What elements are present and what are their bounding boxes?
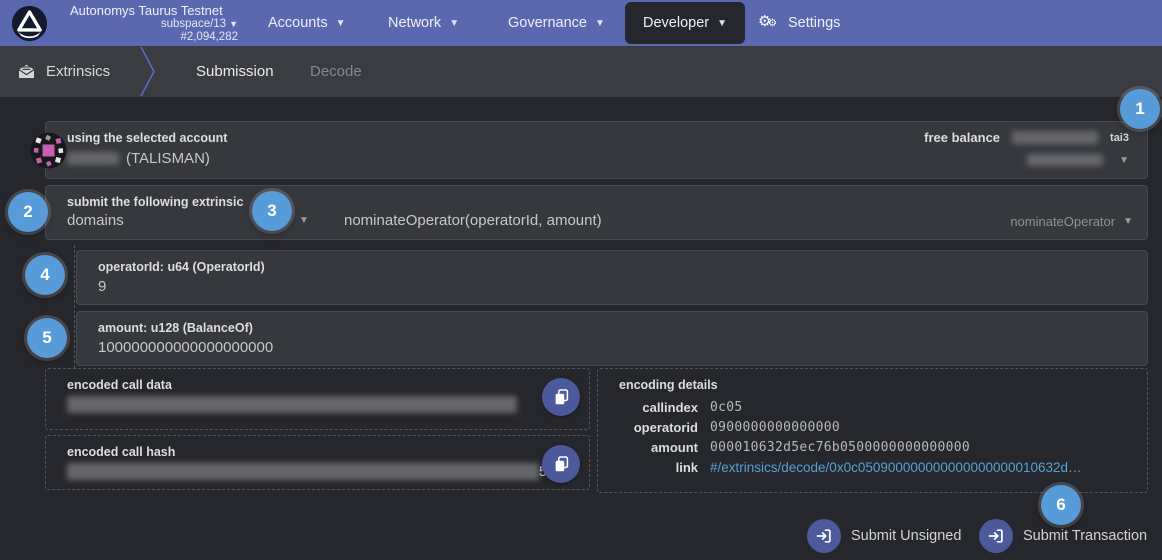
extrinsic-select-panel: submit the following extrinsic domains ▼… (45, 185, 1148, 240)
runtime-selector[interactable]: subspace/13▼ (70, 18, 238, 31)
breadcrumb-chevron-icon (140, 46, 156, 97)
chevron-down-icon: ▼ (717, 18, 727, 29)
encoding-details-box: encoding details callindex 0c05 operator… (597, 368, 1148, 493)
annotation-badge-2: 2 (8, 192, 48, 232)
free-balance-label: free balance (924, 130, 1000, 145)
chain-name: Autonomys Taurus Testnet (70, 3, 238, 18)
block-number: #2,094,282 (70, 31, 238, 44)
param-amount-field[interactable]: amount: u128 (BalanceOf) 100000000000000… (76, 311, 1148, 366)
method-dropdown[interactable]: nominateOperator ▼ (1010, 214, 1133, 229)
param-connector-line (74, 245, 75, 368)
encoded-call-hash-box: encoded call hash 5 (45, 435, 590, 490)
account-identicon[interactable] (30, 132, 67, 169)
redacted-balance-value (1012, 131, 1098, 144)
detail-row-amount: amount 000010632d5ec76b0500000000000000 (598, 437, 1147, 457)
menu-accounts[interactable]: Accounts▼ (268, 0, 346, 46)
param-amount-value[interactable]: 100000000000000000000 (98, 339, 273, 356)
param-operatorid-value[interactable]: 9 (98, 278, 106, 295)
tab-bar: Extrinsics Submission Decode (0, 46, 1162, 97)
chevron-down-icon: ▼ (449, 18, 459, 29)
menu-network[interactable]: Network▼ (388, 0, 459, 46)
param-amount-label: amount: u128 (BalanceOf) (98, 321, 253, 335)
copy-icon (554, 456, 569, 473)
sign-in-icon (979, 519, 1013, 553)
submit-unsigned-button[interactable]: Submit Unsigned (807, 519, 961, 553)
gears-icon: ⚙⚙ (758, 14, 780, 32)
chevron-down-icon: ▼ (1123, 216, 1133, 227)
chevron-down-icon: ▼ (299, 215, 309, 226)
chevron-down-icon: ▼ (336, 18, 346, 29)
chevron-down-icon[interactable]: ▼ (1119, 155, 1129, 166)
redacted-call-hash (67, 463, 539, 480)
chevron-down-icon: ▼ (229, 19, 238, 29)
account-suffix: (TALISMAN) (126, 150, 210, 167)
account-label: using the selected account (67, 131, 227, 145)
param-operatorid-label: operatorId: u64 (OperatorId) (98, 260, 265, 274)
extrinsics-page: Autonomys Taurus Testnet subspace/13▼ #2… (0, 0, 1162, 560)
chevron-down-icon: ▼ (595, 18, 605, 29)
encoding-details-title: encoding details (619, 378, 718, 392)
param-operatorid-field[interactable]: operatorId: u64 (OperatorId) 9 (76, 250, 1148, 305)
copy-call-hash-button[interactable] (542, 445, 580, 483)
selected-account-panel[interactable]: using the selected account (TALISMAN) fr… (45, 121, 1148, 179)
extrinsic-label: submit the following extrinsic (67, 195, 243, 209)
top-navbar: Autonomys Taurus Testnet subspace/13▼ #2… (0, 0, 1162, 46)
menu-settings[interactable]: ⚙⚙ Settings (758, 0, 840, 46)
annotation-badge-6: 6 (1041, 485, 1081, 525)
annotation-badge-3: 3 (252, 191, 292, 231)
encoded-call-data-box: encoded call data (45, 368, 590, 430)
tab-decode[interactable]: Decode (310, 46, 362, 97)
encoded-call-data-label: encoded call data (67, 378, 172, 392)
section-title: Extrinsics (46, 63, 110, 80)
detail-row-operatorid: operatorid 0900000000000000 (598, 417, 1147, 437)
submit-transaction-label: Submit Transaction (1023, 528, 1147, 544)
detail-row-callindex: callindex 0c05 (598, 397, 1147, 417)
extrinsics-envelope-icon (18, 64, 35, 79)
redacted-balance-secondary (1027, 154, 1103, 166)
copy-call-data-button[interactable] (542, 378, 580, 416)
balance-unit: tai3 (1110, 132, 1129, 144)
sign-in-icon (807, 519, 841, 553)
redacted-call-data (67, 396, 517, 413)
section-header: Extrinsics (18, 46, 110, 97)
decode-link[interactable]: #/extrinsics/decode/0x0c0509000000000000… (710, 460, 1133, 475)
brand-block: Autonomys Taurus Testnet subspace/13▼ #2… (70, 3, 238, 44)
autonomys-logo-icon[interactable] (11, 5, 48, 42)
submit-unsigned-label: Submit Unsigned (851, 528, 961, 544)
menu-developer-active[interactable]: Developer▼ (625, 2, 745, 44)
tab-submission[interactable]: Submission (196, 46, 274, 97)
encoded-call-hash-label: encoded call hash (67, 445, 175, 459)
detail-row-link: link #/extrinsics/decode/0x0c05090000000… (598, 457, 1147, 477)
copy-icon (554, 389, 569, 406)
menu-governance[interactable]: Governance▼ (508, 0, 605, 46)
annotation-badge-5: 5 (27, 318, 67, 358)
free-balance-block: free balance tai3 ▼ (829, 130, 1129, 166)
annotation-badge-1: 1 (1120, 89, 1160, 129)
method-signature[interactable]: nominateOperator(operatorId, amount) (344, 212, 602, 229)
redacted-account-name (67, 152, 119, 165)
annotation-badge-4: 4 (25, 255, 65, 295)
